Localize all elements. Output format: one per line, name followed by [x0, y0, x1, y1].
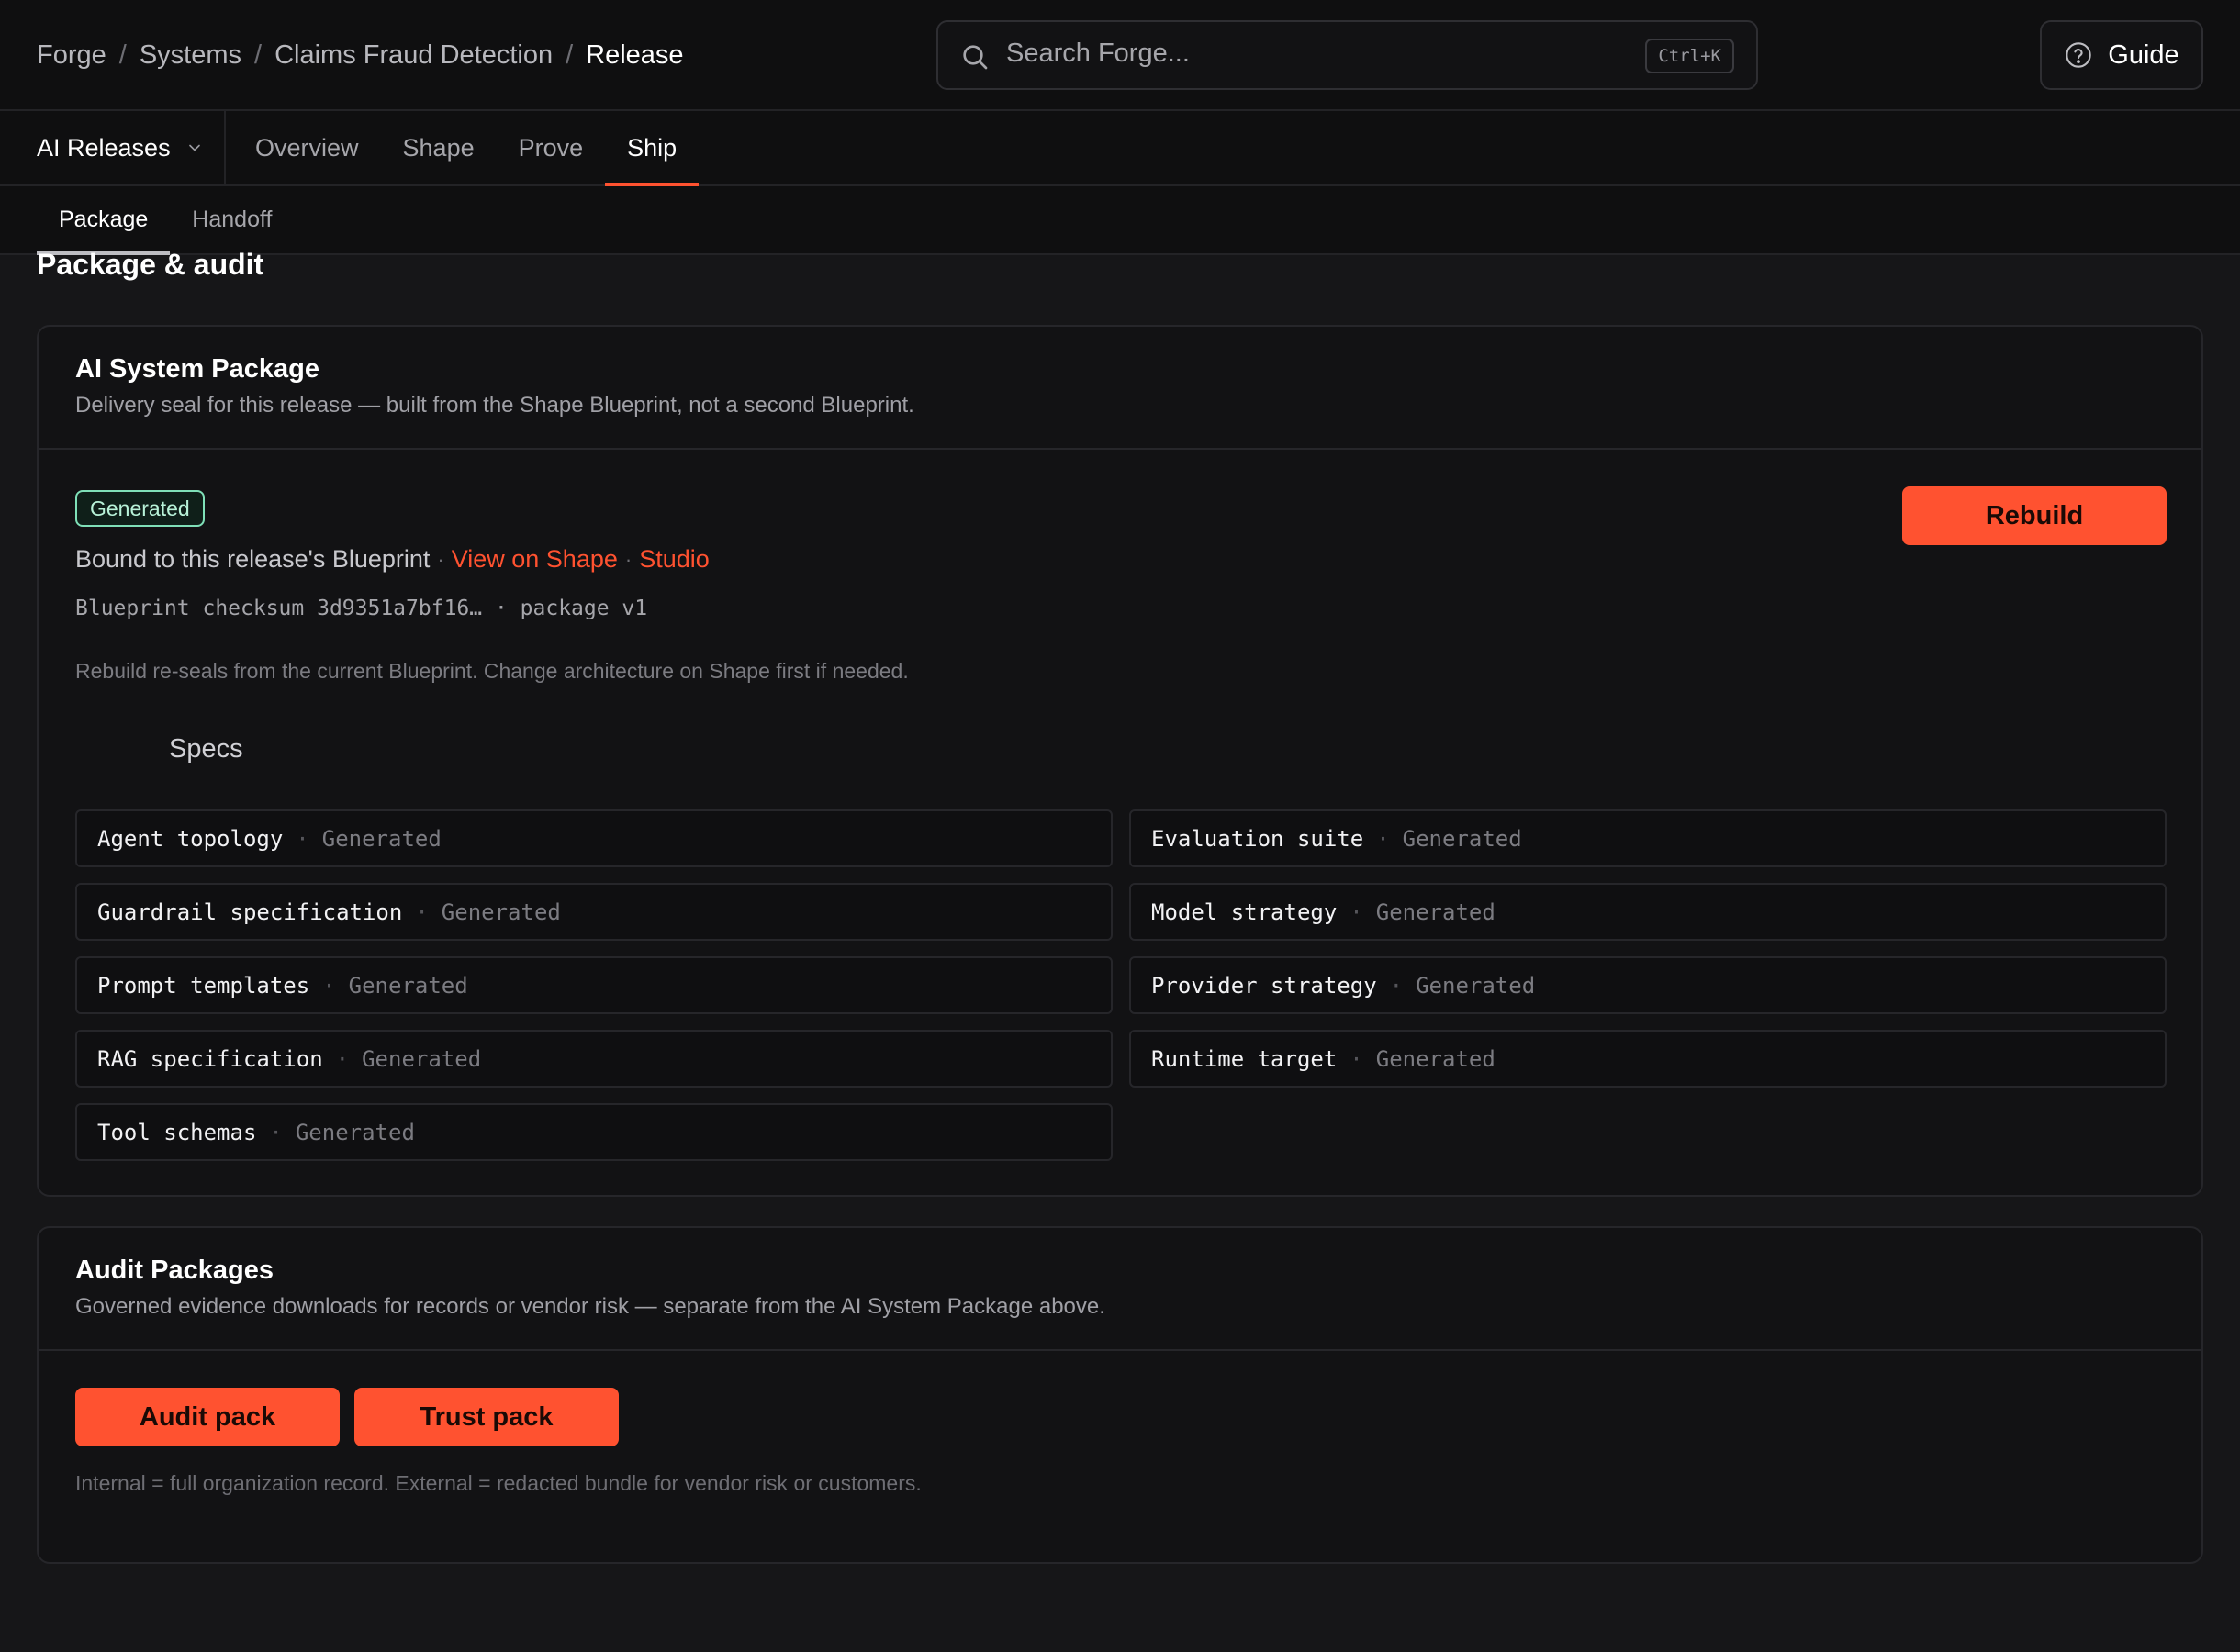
guide-label: Guide [2108, 39, 2179, 70]
tab-ship[interactable]: Ship [605, 111, 700, 186]
spec-item[interactable]: Agent topology · Generated [75, 809, 1113, 867]
view-on-shape-link[interactable]: View on Shape [452, 545, 618, 574]
specs-heading: Specs [169, 734, 243, 764]
breadcrumb-item-forge[interactable]: Forge [37, 40, 106, 71]
spec-name: Model strategy [1151, 899, 1338, 925]
breadcrumb-separator: / [118, 39, 127, 70]
top-bar: Forge / Systems / Claims Fraud Detection… [0, 0, 2240, 111]
audit-packages-card: Audit Packages Governed evidence downloa… [37, 1226, 2203, 1564]
separator-dot: · [322, 972, 336, 999]
spec-item[interactable]: Guardrail specification · Generated [75, 883, 1113, 941]
spec-item[interactable]: Prompt templates · Generated [75, 956, 1113, 1014]
spec-status: Generated [1375, 899, 1495, 925]
spec-name: Provider strategy [1151, 972, 1377, 999]
audit-pack-button[interactable]: Audit pack [75, 1388, 340, 1446]
spec-status: Generated [1375, 1045, 1495, 1072]
spec-status: Generated [321, 825, 442, 852]
spec-status: Generated [348, 972, 468, 999]
separator-dot: · [437, 547, 444, 571]
spec-name: RAG specification [97, 1045, 323, 1072]
subtab-handoff[interactable]: Handoff [170, 186, 294, 253]
rebuild-button[interactable]: Rebuild [1902, 486, 2167, 545]
spec-item[interactable]: RAG specification · Generated [75, 1030, 1113, 1088]
subtab-package[interactable]: Package [37, 186, 171, 255]
studio-link[interactable]: Studio [639, 545, 710, 574]
nav-tabs: Overview Shape Prove Ship [233, 111, 700, 186]
chevron-down-icon [188, 144, 200, 151]
spec-item[interactable]: Provider strategy · Generated [1129, 956, 2167, 1014]
breadcrumb-current: Release [586, 39, 684, 70]
breadcrumb-item-system[interactable]: Claims Fraud Detection [274, 40, 553, 71]
spec-status: Generated [1416, 972, 1536, 999]
separator-dot: · [296, 825, 309, 852]
spec-name: Prompt templates [97, 972, 310, 999]
primary-nav: AI Releases Overview Shape Prove Ship [0, 111, 2240, 186]
tab-shape[interactable]: Shape [381, 111, 497, 184]
spec-name: Agent topology [97, 825, 284, 852]
search-icon [963, 45, 988, 70]
spec-status: Generated [441, 899, 561, 925]
spec-name: Tool schemas [97, 1119, 257, 1145]
product-switcher-label: AI Releases [37, 133, 171, 162]
spec-item[interactable]: Runtime target · Generated [1129, 1030, 2167, 1088]
breadcrumb-separator: / [566, 39, 574, 70]
card-title: AI System Package [75, 354, 319, 384]
separator-dot: · [1376, 825, 1390, 852]
separator-dot: · [1350, 1045, 1363, 1072]
spec-status: Generated [1402, 825, 1522, 852]
specs-grid: Agent topology · Generated Evaluation su… [75, 809, 2167, 1161]
separator-dot: · [624, 547, 633, 571]
trust-pack-button[interactable]: Trust pack [354, 1388, 619, 1446]
card-header: Audit Packages Governed evidence downloa… [39, 1228, 2201, 1351]
status-badge: Generated [75, 490, 205, 527]
spec-status: Generated [295, 1119, 415, 1145]
spec-name: Evaluation suite [1151, 825, 1364, 852]
spec-item[interactable]: Model strategy · Generated [1129, 883, 2167, 941]
page-title: Package & audit [37, 248, 264, 281]
search-shortcut-hint: Ctrl+K [1645, 39, 1734, 73]
guide-button[interactable]: Guide [2040, 20, 2203, 90]
separator-dot: · [415, 899, 429, 925]
spec-item[interactable]: Tool schemas · Generated [75, 1103, 1113, 1161]
spec-name: Runtime target [1151, 1045, 1338, 1072]
separator-dot: · [335, 1045, 350, 1072]
card-description: Governed evidence downloads for records … [75, 1294, 1105, 1319]
breadcrumb: Forge / Systems / Claims Fraud Detection… [37, 37, 684, 73]
help-circle-icon [2066, 42, 2092, 68]
search-placeholder: Search Forge... [1006, 39, 1190, 68]
search-input[interactable]: Search Forge... Ctrl+K [936, 20, 1758, 90]
spec-status: Generated [362, 1045, 482, 1072]
sub-nav: Package Handoff [0, 186, 2240, 255]
blueprint-checksum: Blueprint checksum 3d9351a7bf16… · packa… [75, 597, 648, 620]
bound-text: Bound to this release's Blueprint [75, 545, 431, 573]
separator-dot: · [1350, 899, 1363, 925]
tab-prove[interactable]: Prove [497, 111, 606, 184]
separator-dot: · [1389, 972, 1404, 999]
ai-system-package-card: AI System Package Delivery seal for this… [37, 325, 2203, 1197]
spec-item[interactable]: Evaluation suite · Generated [1129, 809, 2167, 867]
card-header: AI System Package Delivery seal for this… [39, 327, 2201, 450]
breadcrumb-item-systems[interactable]: Systems [140, 40, 241, 71]
separator-dot: · [269, 1119, 283, 1145]
tab-overview[interactable]: Overview [233, 111, 381, 184]
card-description: Delivery seal for this release — built f… [75, 393, 914, 418]
breadcrumb-separator: / [254, 39, 263, 70]
rebuild-note: Rebuild re-seals from the current Bluepr… [75, 659, 909, 683]
sub-tabs: Package Handoff [37, 186, 294, 255]
blueprint-binding: Bound to this release's Blueprint · View… [75, 545, 710, 574]
audit-note: Internal = full organization record. Ext… [75, 1471, 922, 1495]
card-title: Audit Packages [75, 1256, 274, 1285]
spec-name: Guardrail specification [97, 899, 403, 925]
product-switcher[interactable]: AI Releases [0, 111, 226, 184]
